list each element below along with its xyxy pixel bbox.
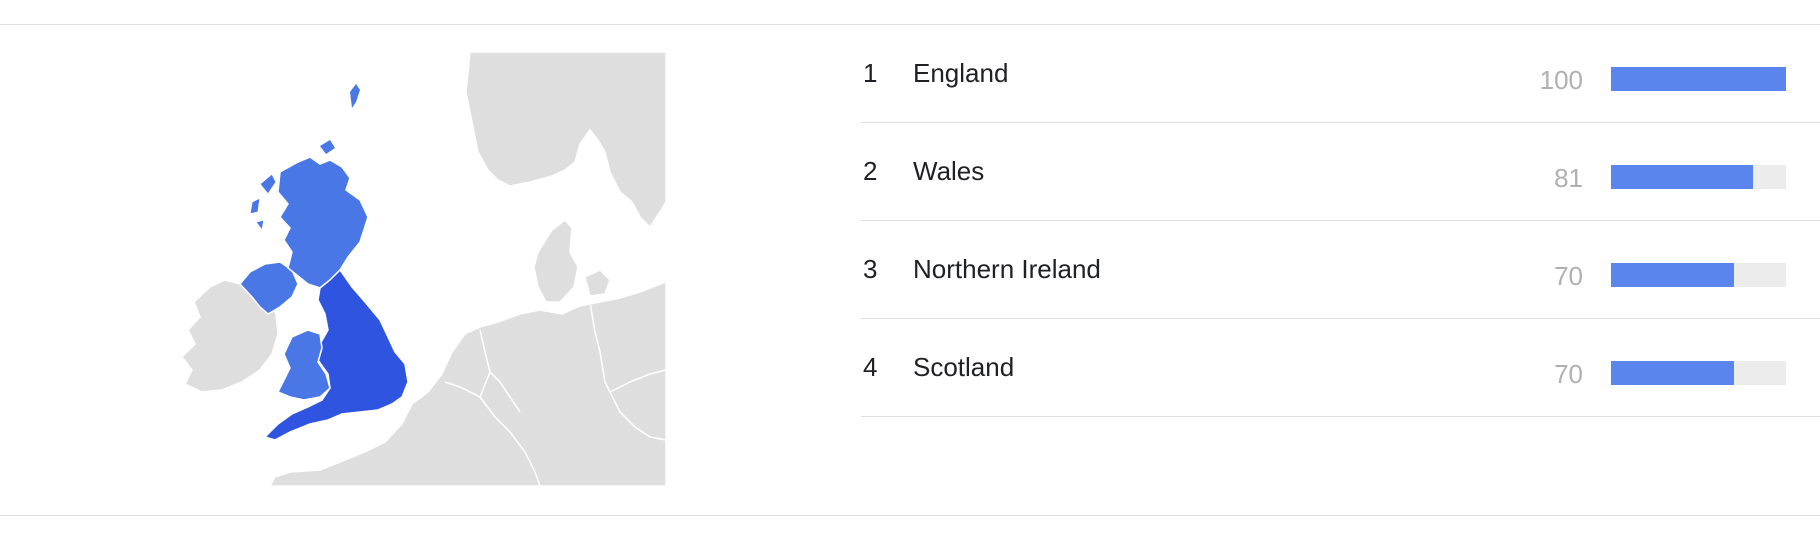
rank-label: 1: [863, 58, 878, 88]
list-row-4[interactable]: 4 Scotland 70: [861, 319, 1820, 417]
rank-label: 3: [863, 254, 878, 284]
region-name-link[interactable]: Northern Ireland: [913, 254, 1101, 284]
rank-label: 2: [863, 156, 878, 186]
map-region-scotland-isles: [249, 173, 277, 232]
region-name-link[interactable]: Scotland: [913, 352, 1014, 382]
region-ranking-list: 1 England 100 2 Wales 81 3 Northern Irel…: [861, 25, 1820, 417]
list-row-2[interactable]: 2 Wales 81: [861, 123, 1820, 221]
region-name-link[interactable]: Wales: [913, 156, 984, 186]
map-region-shetland: [350, 84, 360, 108]
region-map[interactable]: [180, 52, 666, 486]
map-region-scotland[interactable]: [277, 156, 369, 289]
map-land-denmark: [533, 218, 579, 303]
rank-label: 4: [863, 352, 878, 382]
value-label: 100: [1539, 65, 1583, 95]
bar-track: [1611, 165, 1786, 189]
bar-fill: [1611, 263, 1734, 287]
value-label: 70: [1554, 359, 1583, 389]
map-land-danish-islands: [584, 269, 611, 297]
bar-track: [1611, 67, 1786, 91]
bar-fill: [1611, 361, 1734, 385]
bottom-divider: [0, 515, 1820, 516]
map-region-orkney: [320, 140, 335, 154]
value-label: 81: [1554, 163, 1583, 193]
bar-track: [1611, 361, 1786, 385]
region-name-link[interactable]: England: [913, 58, 1008, 88]
list-row-1[interactable]: 1 England 100: [861, 25, 1820, 123]
bar-fill: [1611, 165, 1753, 189]
list-row-3[interactable]: 3 Northern Ireland 70: [861, 221, 1820, 319]
bar-track: [1611, 263, 1786, 287]
bar-fill: [1611, 67, 1786, 91]
value-label: 70: [1554, 261, 1583, 291]
map-land-norway-sweden: [465, 52, 666, 229]
